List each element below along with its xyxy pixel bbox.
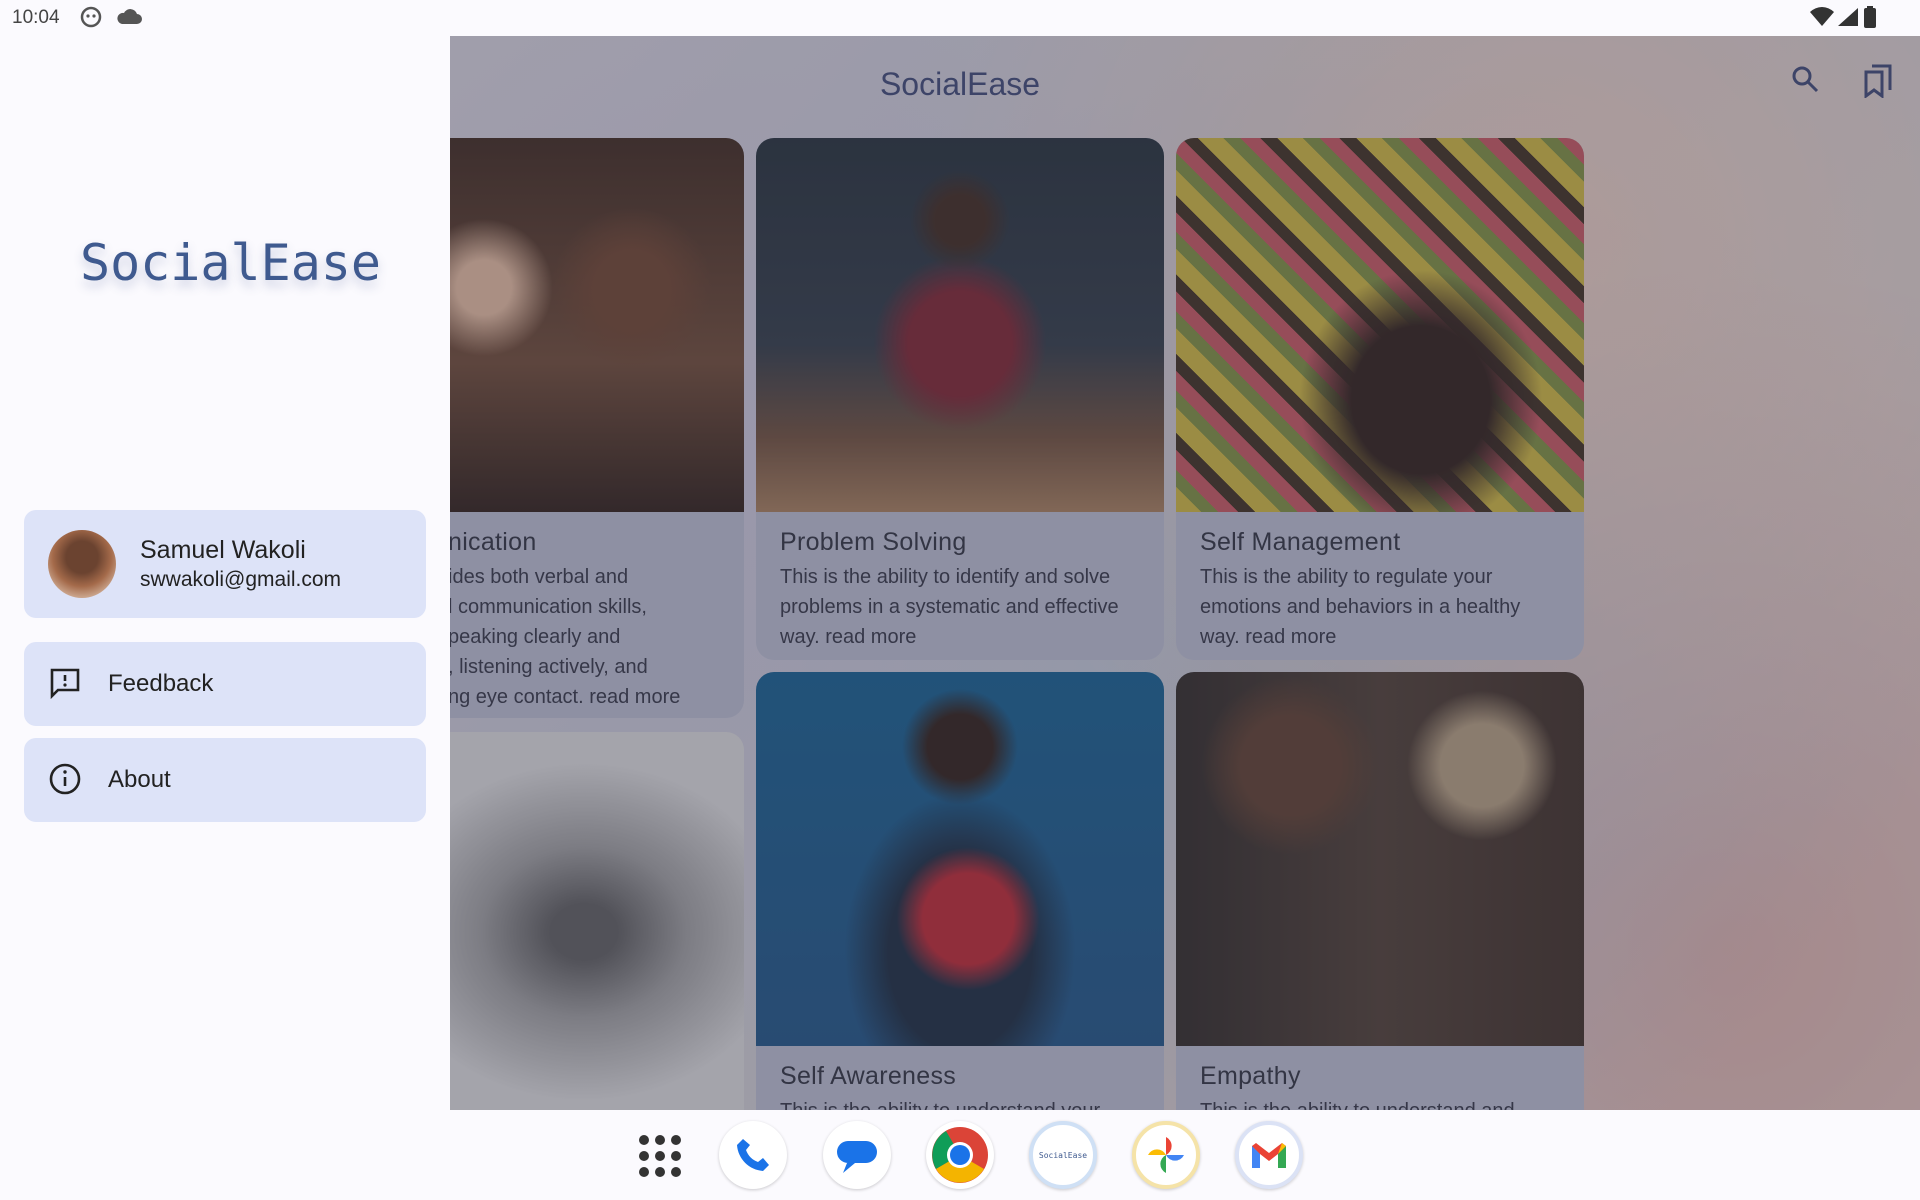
socialease-icon[interactable]: SocialEase — [1029, 1121, 1097, 1189]
profile-card[interactable]: Samuel Wakoli swwakoli@gmail.com — [24, 510, 426, 618]
photos-icon[interactable] — [1132, 1121, 1200, 1189]
menu-item-feedback[interactable]: Feedback — [24, 642, 426, 726]
drawer-logo: SocialEase — [80, 234, 382, 292]
navigation-drawer: SocialEase Samuel Wakoli swwakoli@gmail.… — [0, 36, 450, 1110]
user-name: Samuel Wakoli — [140, 536, 306, 564]
taskbar: SocialEase — [0, 1110, 1920, 1200]
socialease-icon-label: SocialEase — [1038, 1150, 1088, 1160]
menu-item-label: Feedback — [108, 670, 214, 697]
chrome-icon[interactable] — [926, 1121, 994, 1189]
menu-item-label: About — [108, 766, 171, 793]
battery-icon — [1864, 6, 1876, 33]
phone-icon[interactable] — [719, 1121, 787, 1189]
android-icon — [80, 6, 102, 33]
menu-item-about[interactable]: About — [24, 738, 426, 822]
avatar — [48, 530, 116, 598]
status-bar: 10:04 — [0, 0, 1920, 36]
info-icon — [48, 762, 82, 801]
user-email: swwakoli@gmail.com — [140, 568, 342, 591]
wifi-icon — [1810, 7, 1834, 32]
all-apps-icon[interactable] — [636, 1132, 684, 1185]
gmail-icon[interactable] — [1235, 1121, 1303, 1189]
cloud-icon — [116, 8, 142, 31]
messages-icon[interactable] — [823, 1121, 891, 1189]
signal-icon — [1838, 8, 1858, 31]
feedback-icon — [48, 666, 82, 705]
status-time: 10:04 — [12, 7, 60, 28]
